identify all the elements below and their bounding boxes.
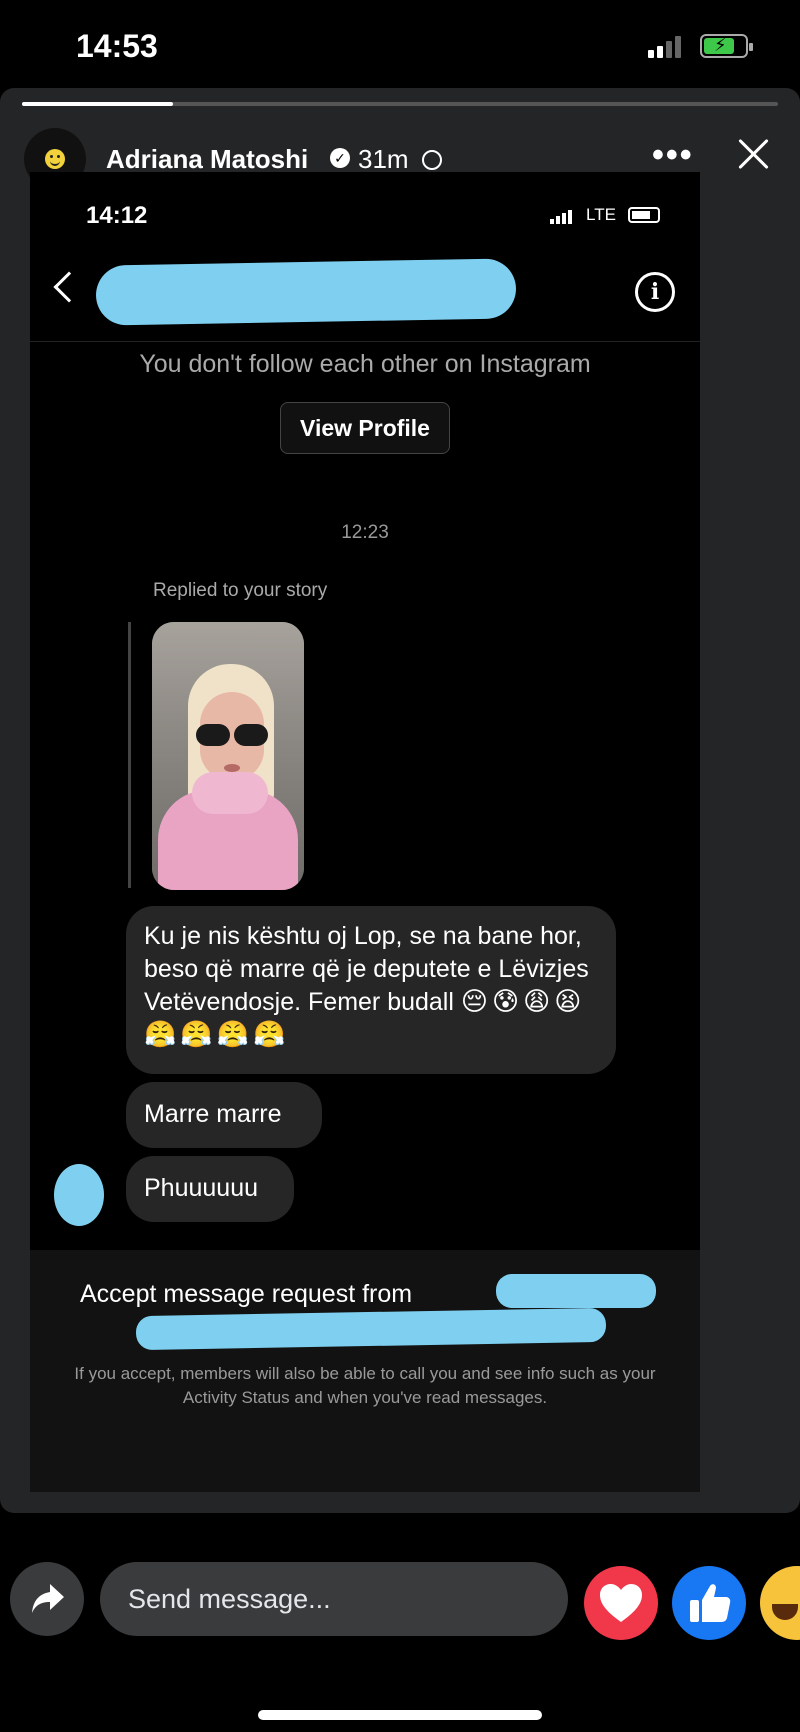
replied-to-story-label: Replied to your story (153, 580, 328, 601)
accept-request-text: Accept message request from (80, 1280, 413, 1308)
status-bar: 14:53 ⚡ (0, 0, 800, 90)
story-progress-fill (22, 102, 174, 106)
redacted-username (95, 258, 517, 326)
love-reaction-button[interactable] (584, 1566, 658, 1640)
thumbs-up-icon (690, 1584, 731, 1622)
like-reaction-button[interactable] (672, 1566, 746, 1640)
more-options-icon[interactable]: ••• (652, 136, 694, 175)
reply-indicator-bar (128, 622, 131, 888)
story-progress-bar (22, 102, 778, 106)
globe-icon (422, 150, 442, 170)
redacted-sender-name (496, 1274, 656, 1308)
message-request-panel: Accept message request from If you accep… (30, 1250, 700, 1492)
back-arrow-icon[interactable] (53, 271, 85, 303)
share-arrow-icon (32, 1584, 64, 1613)
send-message-input[interactable] (100, 1562, 568, 1636)
battery-icon: ⚡ (700, 34, 753, 58)
verified-icon: ✓ (330, 148, 350, 168)
home-indicator (258, 1710, 542, 1720)
message-text: Marre marre (144, 1100, 282, 1128)
instagram-screenshot: 14:12 LTE i You don't follow each other … (30, 172, 700, 1492)
close-icon[interactable] (734, 134, 774, 174)
story-thumbnail[interactable] (152, 622, 304, 890)
follow-notice: You don't follow each other on Instagram (139, 350, 591, 378)
request-info-text: If you accept, members will also be able… (74, 1364, 656, 1407)
insta-signal-icon (550, 208, 578, 224)
redacted-sender-name (135, 1307, 607, 1351)
view-profile-button[interactable]: View Profile (280, 402, 450, 454)
story-footer (0, 1520, 800, 1732)
info-icon[interactable]: i (635, 272, 675, 312)
insta-status-time: 14:12 (86, 202, 148, 229)
author-name[interactable]: Adriana Matoshi (106, 144, 308, 175)
signal-icon (648, 34, 688, 58)
share-button[interactable] (10, 1562, 84, 1636)
insta-network-label: LTE (586, 205, 616, 224)
haha-reaction-button[interactable] (760, 1566, 800, 1640)
message-bubble: Marre marre (126, 1082, 322, 1148)
post-time: 31m (358, 144, 409, 174)
status-time: 14:53 (76, 28, 158, 64)
heart-icon (600, 1584, 642, 1622)
message-text: Phuuuuuu (144, 1174, 259, 1202)
message-bubble: Ku je nis kështu oj Lop, se na bane hor,… (126, 906, 616, 1074)
message-timestamp: 12:23 (341, 522, 389, 543)
message-bubble: Phuuuuuu (126, 1156, 294, 1222)
dm-header: i (30, 252, 700, 342)
insta-battery-icon (628, 207, 660, 223)
sender-avatar (54, 1164, 104, 1226)
laughing-face-icon (772, 1604, 798, 1620)
smiley-icon (45, 149, 65, 169)
